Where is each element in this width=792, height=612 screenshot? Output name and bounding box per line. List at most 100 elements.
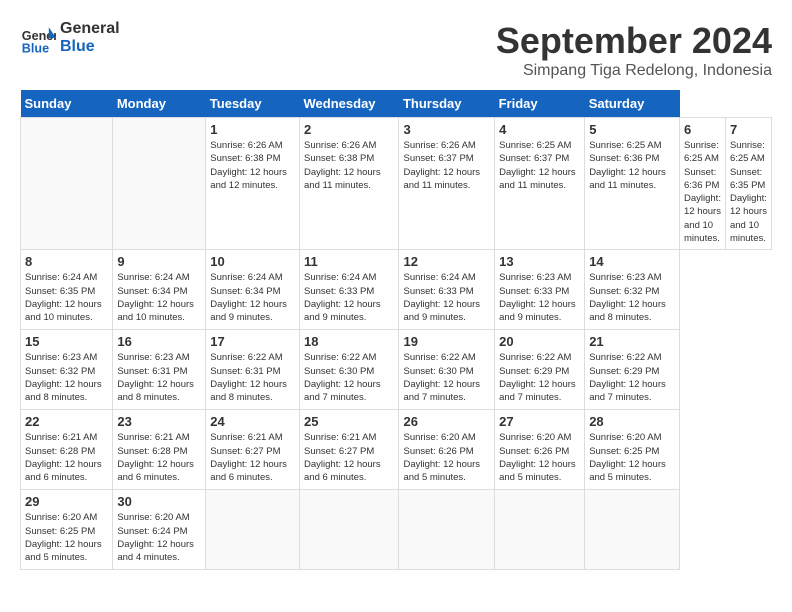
calendar-day-cell: 28 Sunrise: 6:20 AM Sunset: 6:25 PM Dayl…: [585, 410, 680, 490]
calendar-day-header: Friday: [495, 90, 585, 118]
calendar-day-cell: 4 Sunrise: 6:25 AM Sunset: 6:37 PM Dayli…: [495, 118, 585, 250]
calendar-day-cell: 11 Sunrise: 6:24 AM Sunset: 6:33 PM Dayl…: [300, 250, 399, 330]
day-info: Sunrise: 6:22 AM Sunset: 6:29 PM Dayligh…: [589, 351, 675, 404]
calendar-day-cell: [206, 490, 300, 570]
calendar-week-row: 15 Sunrise: 6:23 AM Sunset: 6:32 PM Dayl…: [21, 330, 772, 410]
day-info: Sunrise: 6:21 AM Sunset: 6:28 PM Dayligh…: [117, 431, 201, 484]
day-info: Sunrise: 6:20 AM Sunset: 6:26 PM Dayligh…: [499, 431, 580, 484]
calendar-day-cell: 14 Sunrise: 6:23 AM Sunset: 6:32 PM Dayl…: [585, 250, 680, 330]
day-number: 28: [589, 414, 675, 429]
day-number: 15: [25, 334, 108, 349]
day-number: 25: [304, 414, 394, 429]
calendar-day-cell: 9 Sunrise: 6:24 AM Sunset: 6:34 PM Dayli…: [113, 250, 206, 330]
day-info: Sunrise: 6:23 AM Sunset: 6:32 PM Dayligh…: [589, 271, 675, 324]
day-info: Sunrise: 6:23 AM Sunset: 6:32 PM Dayligh…: [25, 351, 108, 404]
day-info: Sunrise: 6:23 AM Sunset: 6:31 PM Dayligh…: [117, 351, 201, 404]
calendar-day-cell: [399, 490, 495, 570]
day-info: Sunrise: 6:22 AM Sunset: 6:30 PM Dayligh…: [304, 351, 394, 404]
calendar-day-cell: 17 Sunrise: 6:22 AM Sunset: 6:31 PM Dayl…: [206, 330, 300, 410]
calendar-day-cell: 12 Sunrise: 6:24 AM Sunset: 6:33 PM Dayl…: [399, 250, 495, 330]
svg-text:Blue: Blue: [22, 41, 49, 55]
day-info: Sunrise: 6:20 AM Sunset: 6:24 PM Dayligh…: [117, 511, 201, 564]
calendar-day-cell: 5 Sunrise: 6:25 AM Sunset: 6:36 PM Dayli…: [585, 118, 680, 250]
logo: General Blue GeneralBlue: [20, 20, 120, 56]
calendar-day-cell: 25 Sunrise: 6:21 AM Sunset: 6:27 PM Dayl…: [300, 410, 399, 490]
calendar-day-cell: 19 Sunrise: 6:22 AM Sunset: 6:30 PM Dayl…: [399, 330, 495, 410]
day-number: 9: [117, 254, 201, 269]
day-info: Sunrise: 6:21 AM Sunset: 6:27 PM Dayligh…: [210, 431, 295, 484]
day-number: 10: [210, 254, 295, 269]
logo-text: GeneralBlue: [60, 20, 120, 55]
day-info: Sunrise: 6:24 AM Sunset: 6:33 PM Dayligh…: [304, 271, 394, 324]
calendar-day-cell: [113, 118, 206, 250]
day-number: 22: [25, 414, 108, 429]
calendar-day-cell: 23 Sunrise: 6:21 AM Sunset: 6:28 PM Dayl…: [113, 410, 206, 490]
day-info: Sunrise: 6:24 AM Sunset: 6:34 PM Dayligh…: [210, 271, 295, 324]
day-info: Sunrise: 6:25 AM Sunset: 6:35 PM Dayligh…: [730, 139, 767, 245]
day-number: 21: [589, 334, 675, 349]
calendar-week-row: 1 Sunrise: 6:26 AM Sunset: 6:38 PM Dayli…: [21, 118, 772, 250]
day-number: 12: [403, 254, 490, 269]
day-info: Sunrise: 6:26 AM Sunset: 6:38 PM Dayligh…: [210, 139, 295, 192]
calendar-day-header: Sunday: [21, 90, 113, 118]
calendar-day-cell: 24 Sunrise: 6:21 AM Sunset: 6:27 PM Dayl…: [206, 410, 300, 490]
calendar-day-cell: [300, 490, 399, 570]
calendar-day-cell: 15 Sunrise: 6:23 AM Sunset: 6:32 PM Dayl…: [21, 330, 113, 410]
day-info: Sunrise: 6:26 AM Sunset: 6:37 PM Dayligh…: [403, 139, 490, 192]
day-info: Sunrise: 6:21 AM Sunset: 6:27 PM Dayligh…: [304, 431, 394, 484]
calendar-day-cell: 1 Sunrise: 6:26 AM Sunset: 6:38 PM Dayli…: [206, 118, 300, 250]
calendar-week-row: 22 Sunrise: 6:21 AM Sunset: 6:28 PM Dayl…: [21, 410, 772, 490]
day-number: 11: [304, 254, 394, 269]
day-info: Sunrise: 6:22 AM Sunset: 6:29 PM Dayligh…: [499, 351, 580, 404]
calendar-day-cell: 10 Sunrise: 6:24 AM Sunset: 6:34 PM Dayl…: [206, 250, 300, 330]
day-info: Sunrise: 6:20 AM Sunset: 6:26 PM Dayligh…: [403, 431, 490, 484]
title-block: September 2024 Simpang Tiga Redelong, In…: [496, 20, 772, 80]
calendar-day-header: Tuesday: [206, 90, 300, 118]
calendar-day-cell: [585, 490, 680, 570]
calendar-day-cell: 20 Sunrise: 6:22 AM Sunset: 6:29 PM Dayl…: [495, 330, 585, 410]
day-number: 16: [117, 334, 201, 349]
day-info: Sunrise: 6:22 AM Sunset: 6:31 PM Dayligh…: [210, 351, 295, 404]
day-info: Sunrise: 6:24 AM Sunset: 6:34 PM Dayligh…: [117, 271, 201, 324]
day-number: 18: [304, 334, 394, 349]
day-number: 14: [589, 254, 675, 269]
day-number: 20: [499, 334, 580, 349]
day-info: Sunrise: 6:21 AM Sunset: 6:28 PM Dayligh…: [25, 431, 108, 484]
month-title: September 2024: [496, 20, 772, 62]
day-number: 3: [403, 122, 490, 137]
day-number: 1: [210, 122, 295, 137]
calendar-body: 1 Sunrise: 6:26 AM Sunset: 6:38 PM Dayli…: [21, 118, 772, 570]
day-info: Sunrise: 6:23 AM Sunset: 6:33 PM Dayligh…: [499, 271, 580, 324]
day-number: 2: [304, 122, 394, 137]
day-number: 19: [403, 334, 490, 349]
day-info: Sunrise: 6:24 AM Sunset: 6:35 PM Dayligh…: [25, 271, 108, 324]
day-number: 24: [210, 414, 295, 429]
calendar-day-cell: 16 Sunrise: 6:23 AM Sunset: 6:31 PM Dayl…: [113, 330, 206, 410]
day-number: 30: [117, 494, 201, 509]
day-number: 4: [499, 122, 580, 137]
logo-icon: General Blue: [20, 20, 56, 56]
calendar-header-row: SundayMondayTuesdayWednesdayThursdayFrid…: [21, 90, 772, 118]
page-header: General Blue GeneralBlue September 2024 …: [20, 20, 772, 80]
calendar-day-cell: 6 Sunrise: 6:25 AM Sunset: 6:36 PM Dayli…: [680, 118, 726, 250]
calendar-day-cell: 7 Sunrise: 6:25 AM Sunset: 6:35 PM Dayli…: [725, 118, 771, 250]
calendar-day-cell: 26 Sunrise: 6:20 AM Sunset: 6:26 PM Dayl…: [399, 410, 495, 490]
calendar-day-header: Thursday: [399, 90, 495, 118]
calendar-day-cell: [495, 490, 585, 570]
day-info: Sunrise: 6:20 AM Sunset: 6:25 PM Dayligh…: [25, 511, 108, 564]
day-number: 27: [499, 414, 580, 429]
calendar-day-cell: 29 Sunrise: 6:20 AM Sunset: 6:25 PM Dayl…: [21, 490, 113, 570]
day-number: 7: [730, 122, 767, 137]
day-info: Sunrise: 6:24 AM Sunset: 6:33 PM Dayligh…: [403, 271, 490, 324]
day-info: Sunrise: 6:25 AM Sunset: 6:36 PM Dayligh…: [589, 139, 675, 192]
calendar-day-cell: 18 Sunrise: 6:22 AM Sunset: 6:30 PM Dayl…: [300, 330, 399, 410]
calendar-week-row: 8 Sunrise: 6:24 AM Sunset: 6:35 PM Dayli…: [21, 250, 772, 330]
day-number: 23: [117, 414, 201, 429]
day-info: Sunrise: 6:25 AM Sunset: 6:36 PM Dayligh…: [684, 139, 721, 245]
calendar-day-cell: 2 Sunrise: 6:26 AM Sunset: 6:38 PM Dayli…: [300, 118, 399, 250]
calendar-day-cell: 30 Sunrise: 6:20 AM Sunset: 6:24 PM Dayl…: [113, 490, 206, 570]
calendar-day-header: Saturday: [585, 90, 680, 118]
calendar-day-cell: 27 Sunrise: 6:20 AM Sunset: 6:26 PM Dayl…: [495, 410, 585, 490]
calendar-day-cell: [21, 118, 113, 250]
calendar-table: SundayMondayTuesdayWednesdayThursdayFrid…: [20, 90, 772, 570]
